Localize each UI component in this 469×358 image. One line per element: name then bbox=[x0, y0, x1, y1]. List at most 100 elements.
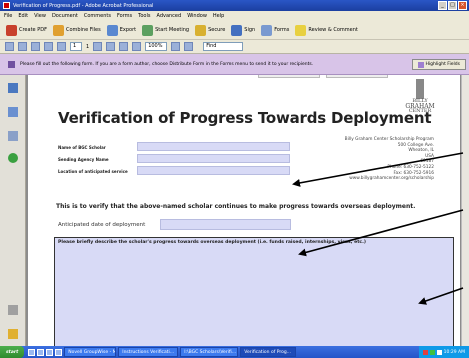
window-controls: _ □ × bbox=[438, 1, 467, 10]
sign-button[interactable]: Sign bbox=[231, 24, 256, 36]
export-label: Export bbox=[119, 27, 137, 33]
center-address: Billy Graham Center Scholarship Program … bbox=[324, 137, 434, 182]
pen-icon bbox=[231, 24, 243, 36]
service-location-field[interactable] bbox=[137, 166, 290, 175]
verification-statement: This is to verify that the above-named s… bbox=[56, 203, 416, 210]
taskbar: start Novell GroupWise - M... Instructio… bbox=[0, 346, 469, 358]
secure-label: Secure bbox=[208, 27, 226, 33]
deployment-date-field[interactable] bbox=[160, 219, 291, 230]
next-page-icon[interactable] bbox=[57, 42, 66, 51]
scholar-name-field[interactable] bbox=[137, 142, 290, 151]
address-line: www.billygrahamcenter.org/scholarship bbox=[349, 176, 434, 182]
scholar-name-label: Name of BGC Scholar bbox=[58, 145, 106, 150]
page-number-field[interactable]: 1 bbox=[70, 42, 82, 51]
zoom-out-icon[interactable] bbox=[132, 42, 142, 51]
meeting-icon bbox=[142, 24, 154, 36]
close-button[interactable]: × bbox=[458, 1, 467, 10]
system-tray: 10:29 AM bbox=[418, 346, 469, 358]
form-info-icon bbox=[8, 60, 15, 68]
taskbar-item-folder[interactable]: I:\BGC Scholars\Verifi... bbox=[180, 347, 239, 357]
menu-document[interactable]: Document bbox=[52, 13, 78, 19]
taskbar-item-groupwise[interactable]: Novell GroupWise - M... bbox=[64, 347, 117, 357]
create-pdf-label: Create PDF bbox=[19, 27, 47, 33]
acrobat-app-icon bbox=[3, 2, 10, 9]
tray-icon[interactable] bbox=[429, 349, 435, 355]
navigation-toolbar: 1 1 100% Find bbox=[0, 40, 469, 54]
comments-icon[interactable] bbox=[8, 329, 18, 339]
highlight-icon bbox=[417, 61, 424, 68]
start-meeting-label: Start Meeting bbox=[155, 27, 190, 33]
billy-graham-center-logo: BILLY GRAHAM CENTER bbox=[405, 79, 435, 127]
pages-icon[interactable] bbox=[8, 83, 18, 93]
tray-icon[interactable] bbox=[422, 349, 428, 355]
navigation-pane bbox=[0, 75, 26, 346]
window-title-bar[interactable]: Verification of Progress.pdf - Adobe Acr… bbox=[0, 0, 469, 11]
quick-launch-icon[interactable] bbox=[46, 348, 54, 356]
sign-label: Sign bbox=[244, 27, 256, 33]
vertical-scrollbar[interactable] bbox=[461, 75, 469, 346]
window-title: Verification of Progress.pdf - Adobe Acr… bbox=[13, 2, 154, 9]
menu-file[interactable]: File bbox=[4, 13, 12, 19]
document-view[interactable]: Verification of Progress Towards Deploym… bbox=[26, 75, 469, 346]
progress-description-field[interactable]: Please briefly describe the scholar's pr… bbox=[54, 237, 454, 346]
form-message-text: Please fill out the following form. If y… bbox=[20, 61, 314, 67]
page-count-label: 1 bbox=[86, 43, 90, 50]
quick-launch-icon[interactable] bbox=[28, 348, 36, 356]
minimize-button[interactable]: _ bbox=[438, 1, 447, 10]
previous-page-icon[interactable] bbox=[44, 42, 53, 51]
menu-window[interactable]: Window bbox=[187, 13, 207, 19]
secure-button[interactable]: Secure bbox=[195, 24, 226, 36]
review-comment-button[interactable]: Review & Comment bbox=[295, 24, 358, 36]
how-to-icon[interactable] bbox=[8, 153, 18, 163]
agency-name-field[interactable] bbox=[137, 154, 290, 163]
service-location-label: Location of anticipated service bbox=[58, 169, 128, 174]
hand-tool-icon[interactable] bbox=[106, 42, 116, 51]
form-icon bbox=[261, 24, 273, 36]
menu-help[interactable]: Help bbox=[213, 13, 224, 19]
find-input[interactable]: Find bbox=[203, 42, 244, 51]
attachments-icon[interactable] bbox=[8, 305, 18, 315]
comment-icon bbox=[295, 24, 307, 36]
menu-tools[interactable]: Tools bbox=[138, 13, 150, 19]
tray-icon[interactable] bbox=[436, 349, 442, 355]
menu-advanced[interactable]: Advanced bbox=[156, 13, 181, 19]
lock-icon bbox=[195, 24, 207, 36]
export-button[interactable]: Export bbox=[106, 24, 137, 36]
bookmarks-icon[interactable] bbox=[8, 107, 18, 117]
fit-page-icon[interactable] bbox=[171, 42, 181, 51]
print-icon[interactable] bbox=[18, 42, 27, 51]
open-icon[interactable] bbox=[5, 42, 14, 51]
start-button[interactable]: start bbox=[0, 346, 25, 358]
zoom-in-icon[interactable] bbox=[119, 42, 129, 51]
menu-comments[interactable]: Comments bbox=[84, 13, 111, 19]
form-button[interactable] bbox=[258, 75, 320, 78]
taskbar-item-acrobat[interactable]: Verification of Prog... bbox=[240, 347, 297, 357]
menu-edit[interactable]: Edit bbox=[18, 13, 28, 19]
quick-launch-icon[interactable] bbox=[37, 348, 45, 356]
form-button[interactable] bbox=[326, 75, 388, 78]
document-title: Verification of Progress Towards Deploym… bbox=[58, 109, 432, 127]
create-pdf-button[interactable]: Create PDF bbox=[6, 24, 47, 36]
progress-description-label: Please briefly describe the scholar's pr… bbox=[58, 240, 366, 245]
fit-width-icon[interactable] bbox=[184, 42, 194, 51]
maximize-button[interactable]: □ bbox=[448, 1, 457, 10]
combine-files-icon bbox=[52, 24, 64, 36]
forms-button[interactable]: Forms bbox=[261, 24, 289, 36]
signatures-icon[interactable] bbox=[8, 131, 18, 141]
create-pdf-icon bbox=[6, 24, 17, 36]
combine-files-button[interactable]: Combine Files bbox=[52, 24, 101, 36]
agency-name-label: Sending Agency Name bbox=[58, 157, 109, 162]
email-icon[interactable] bbox=[31, 42, 40, 51]
menu-view[interactable]: View bbox=[34, 13, 46, 19]
taskbar-item-instructions[interactable]: Instructions Verificati... bbox=[118, 347, 179, 357]
quick-launch-icon[interactable] bbox=[55, 348, 63, 356]
form-message-bar: Please fill out the following form. If y… bbox=[0, 54, 469, 75]
highlight-fields-button[interactable]: Highlight Fields bbox=[411, 59, 466, 70]
start-meeting-button[interactable]: Start Meeting bbox=[142, 24, 190, 36]
select-tool-icon[interactable] bbox=[93, 42, 103, 51]
export-icon bbox=[106, 24, 118, 36]
logo-line: CENTER bbox=[408, 108, 432, 114]
menu-forms[interactable]: Forms bbox=[117, 13, 132, 19]
review-comment-label: Review & Comment bbox=[308, 27, 358, 33]
zoom-field[interactable]: 100% bbox=[145, 42, 168, 51]
